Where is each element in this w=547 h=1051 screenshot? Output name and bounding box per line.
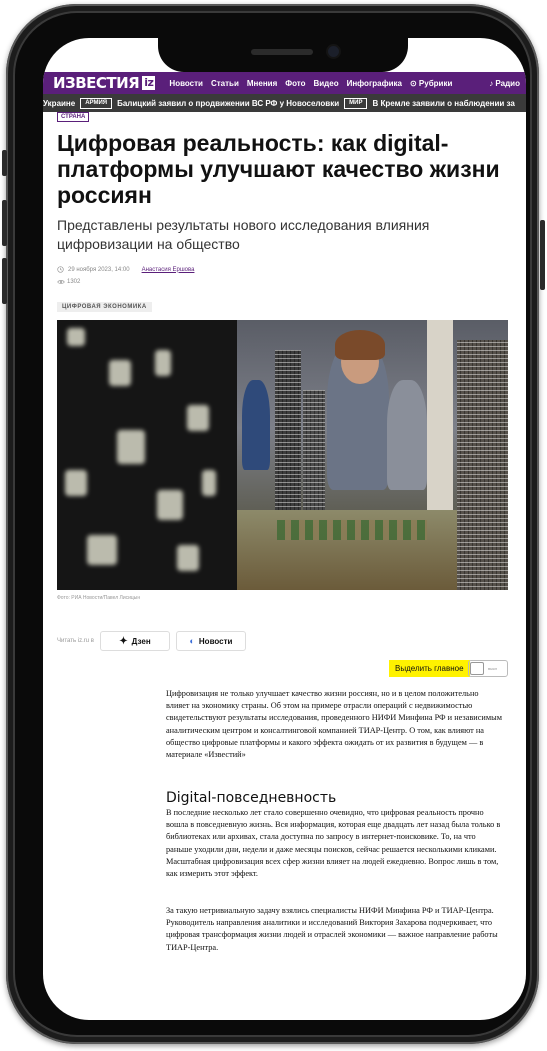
power-button xyxy=(540,220,545,290)
nav-item-articles[interactable]: Статьи xyxy=(211,79,239,88)
nav-item-video[interactable]: Видео xyxy=(313,79,338,88)
news-ticker: Украине АРМИЯ Балицкий заявил о продвиже… xyxy=(43,94,526,112)
phone-screen: ИЗВЕСТИЯ iz Новости Статьи Мнения Фото В… xyxy=(43,38,526,1020)
dzen-label: Дзен xyxy=(131,636,151,646)
news-button[interactable]: ◐ Новости xyxy=(175,631,246,651)
highlight-toggle[interactable]: выкл xyxy=(468,660,508,677)
front-camera xyxy=(328,46,339,57)
view-count: 1302 xyxy=(57,279,80,285)
lead-paragraph: Цифровизация не только улучшает качество… xyxy=(166,689,502,760)
highlight-main-button[interactable]: Выделить главное xyxy=(389,660,470,677)
photo-bokeh-area xyxy=(57,320,237,590)
ticker-lead[interactable]: Украине xyxy=(43,99,75,108)
photo-model-area xyxy=(237,320,508,590)
nav-item-infographics[interactable]: Инфографика xyxy=(347,79,402,88)
ticker-tag[interactable]: МИР xyxy=(344,97,368,109)
site-logo[interactable]: ИЗВЕСТИЯ iz xyxy=(53,74,156,92)
article-photo xyxy=(57,320,508,590)
top-navigation: ИЗВЕСТИЯ iz Новости Статьи Мнения Фото В… xyxy=(43,72,526,94)
volume-up-button xyxy=(2,200,7,246)
nav-item-news[interactable]: Новости xyxy=(169,79,203,88)
news-label: Новости xyxy=(198,636,233,646)
article-date: 29 ноября 2023, 14:00 xyxy=(68,266,130,273)
clock-icon xyxy=(57,266,64,273)
nav-item-rubrics[interactable]: ⊙ Рубрики xyxy=(410,79,452,88)
nav-menu: Новости Статьи Мнения Фото Видео Инфогра… xyxy=(169,79,452,88)
section-label[interactable]: СТРАНА xyxy=(57,112,90,122)
paragraph-2: В последние несколько лет стало совершен… xyxy=(166,808,501,879)
logo-badge: iz xyxy=(142,76,156,90)
ticker-tag[interactable]: АРМИЯ xyxy=(80,97,113,109)
ticker-item[interactable]: Балицкий заявил о продвижении ВС РФ у Но… xyxy=(117,99,339,108)
logo-text: ИЗВЕСТИЯ xyxy=(53,74,140,92)
photo-caption: Фото: РИА Новости/Павел Лисицын xyxy=(57,595,141,601)
nav-item-opinions[interactable]: Мнения xyxy=(247,79,277,88)
dzen-icon: ✦ xyxy=(119,635,128,647)
article-subtitle: Представлены результаты нового исследова… xyxy=(57,217,430,252)
article-author[interactable]: Анастасия Ершова xyxy=(142,267,195,273)
views-number: 1302 xyxy=(67,279,81,285)
eye-icon xyxy=(57,280,65,284)
read-in-block: Читать iz.ru в ✦ Дзен ◐ Новости xyxy=(57,631,246,651)
section-heading: Digital-повседневность xyxy=(166,790,337,806)
ticker-item[interactable]: В Кремле заявили о наблюдении за xyxy=(372,99,514,108)
dzen-button[interactable]: ✦ Дзен xyxy=(99,631,170,651)
rubric-tag[interactable]: ЦИФРОВАЯ ЭКОНОМИКА xyxy=(57,302,152,312)
read-label: Читать iz.ru в xyxy=(57,638,94,644)
mute-switch xyxy=(2,150,7,176)
radio-link[interactable]: ♪ Радио xyxy=(489,79,520,88)
article-title: Цифровая реальность: как digital-платфор… xyxy=(57,130,500,208)
nav-item-photo[interactable]: Фото xyxy=(285,79,305,88)
article-meta: 29 ноября 2023, 14:00 Анастасия Ершова xyxy=(57,266,194,273)
speaker xyxy=(251,49,313,55)
paragraph-3: За такую нетривиальную задачу взялись сп… xyxy=(166,906,498,952)
toggle-knob xyxy=(470,662,484,675)
toggle-label: выкл xyxy=(488,666,498,671)
news-icon: ◐ xyxy=(189,636,195,646)
volume-down-button xyxy=(2,258,7,304)
notch xyxy=(158,38,408,72)
